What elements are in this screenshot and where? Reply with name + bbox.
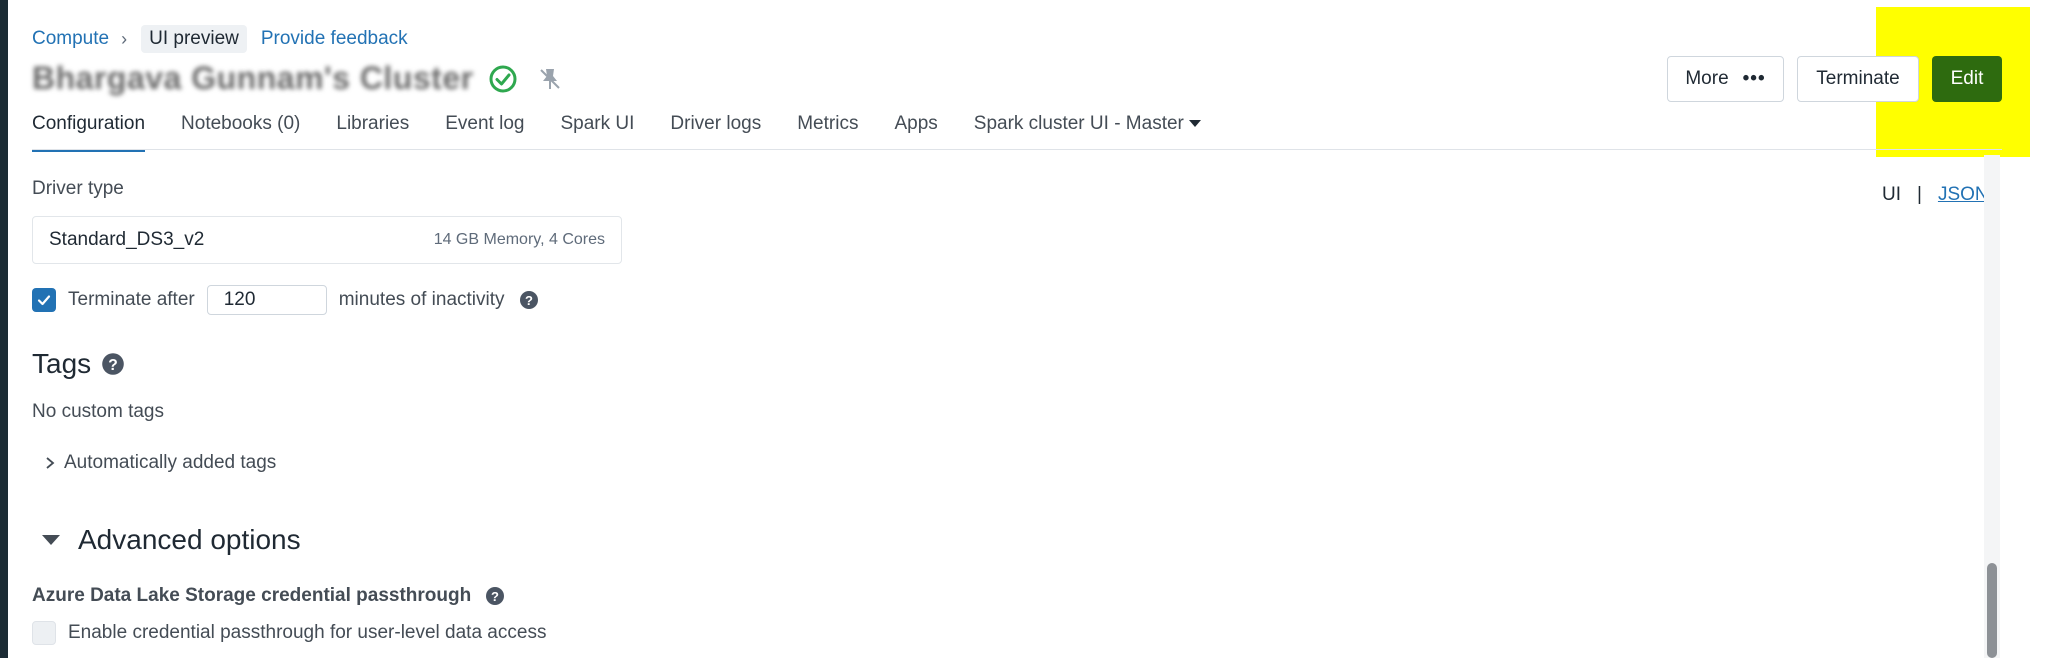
advanced-options-toggle[interactable]: Advanced options [42,524,301,556]
breadcrumb: Compute › UI preview Provide feedback [32,24,408,54]
auto-terminate-checkbox[interactable] [32,288,56,312]
credential-passthrough-label: Enable credential passthrough for user-l… [68,622,547,643]
caret-down-icon [1188,120,1201,128]
tags-heading: Tags ? [32,348,125,380]
tab-spark-cluster-ui[interactable]: Spark cluster UI - Master [974,113,1201,150]
auto-terminate-row: Terminate after minutes of inactivity ? [32,285,539,315]
more-button[interactable]: More ••• [1667,56,1784,102]
tabs-divider [32,149,2002,150]
inactivity-minutes-input[interactable] [206,285,327,315]
driver-type-value: Standard_DS3_v2 [49,229,205,250]
tab-spark-ui[interactable]: Spark UI [560,113,634,150]
cluster-name: Bhargava Gunnam's Cluster [32,60,474,96]
credential-passthrough-row: Enable credential passthrough for user-l… [32,621,546,645]
pin-off-icon[interactable] [536,65,564,93]
tab-apps[interactable]: Apps [894,113,937,150]
minutes-inactivity-label: minutes of inactivity [338,289,505,310]
svg-text:?: ? [491,589,499,604]
driver-type-label: Driver type [32,178,124,199]
scrollbar-thumb[interactable] [1987,563,1997,658]
tab-configuration[interactable]: Configuration [32,113,146,152]
breadcrumb-separator: › [121,28,128,49]
view-toggle: UI | JSON [1882,184,1989,206]
auto-tags-label: Automatically added tags [64,452,277,473]
tab-libraries[interactable]: Libraries [336,113,409,150]
no-custom-tags-text: No custom tags [32,401,164,422]
ui-view-toggle[interactable]: UI [1882,184,1901,206]
ellipsis-icon: ••• [1742,68,1766,89]
more-button-label: More [1685,68,1729,89]
checkmark-icon [37,295,51,306]
view-toggle-separator: | [1917,184,1922,205]
help-icon[interactable]: ? [519,290,539,310]
svg-text:?: ? [525,293,533,308]
left-rail [0,0,8,658]
credential-passthrough-checkbox[interactable] [32,621,56,645]
tab-bar: Configuration Notebooks (0) Libraries Ev… [32,113,1237,152]
caret-down-icon [42,535,60,545]
cluster-title: Bhargava Gunnam's Cluster [32,60,564,97]
driver-type-spec: 14 GB Memory, 4 Cores [433,231,605,248]
adls-passthrough-heading: Azure Data Lake Storage credential passt… [32,585,505,607]
driver-type-select[interactable]: Standard_DS3_v2 14 GB Memory, 4 Cores [32,216,622,264]
advanced-options-label: Advanced options [78,524,301,555]
chevron-right-icon [46,457,55,469]
json-view-link[interactable]: JSON [1938,184,1989,206]
tags-help-icon[interactable]: ? [101,352,125,376]
tab-metrics[interactable]: Metrics [797,113,858,150]
terminate-button[interactable]: Terminate [1797,56,1919,102]
tab-spark-cluster-ui-label: Spark cluster UI - Master [973,113,1184,134]
terminate-after-label: Terminate after [68,289,195,310]
auto-tags-toggle[interactable]: Automatically added tags [44,452,276,474]
tags-heading-label: Tags [32,348,92,379]
adls-help-icon[interactable]: ? [485,586,505,606]
tab-driver-logs[interactable]: Driver logs [670,113,761,150]
edit-button[interactable]: Edit [1932,56,2002,102]
tab-event-log[interactable]: Event log [445,113,524,150]
breadcrumb-compute-link[interactable]: Compute [32,28,109,50]
svg-text:?: ? [108,357,118,374]
ui-preview-badge: UI preview [141,25,247,53]
adls-passthrough-label: Azure Data Lake Storage credential passt… [32,585,472,606]
provide-feedback-link[interactable]: Provide feedback [261,28,408,50]
check-circle-icon [489,65,517,92]
tab-notebooks[interactable]: Notebooks (0) [181,113,300,150]
